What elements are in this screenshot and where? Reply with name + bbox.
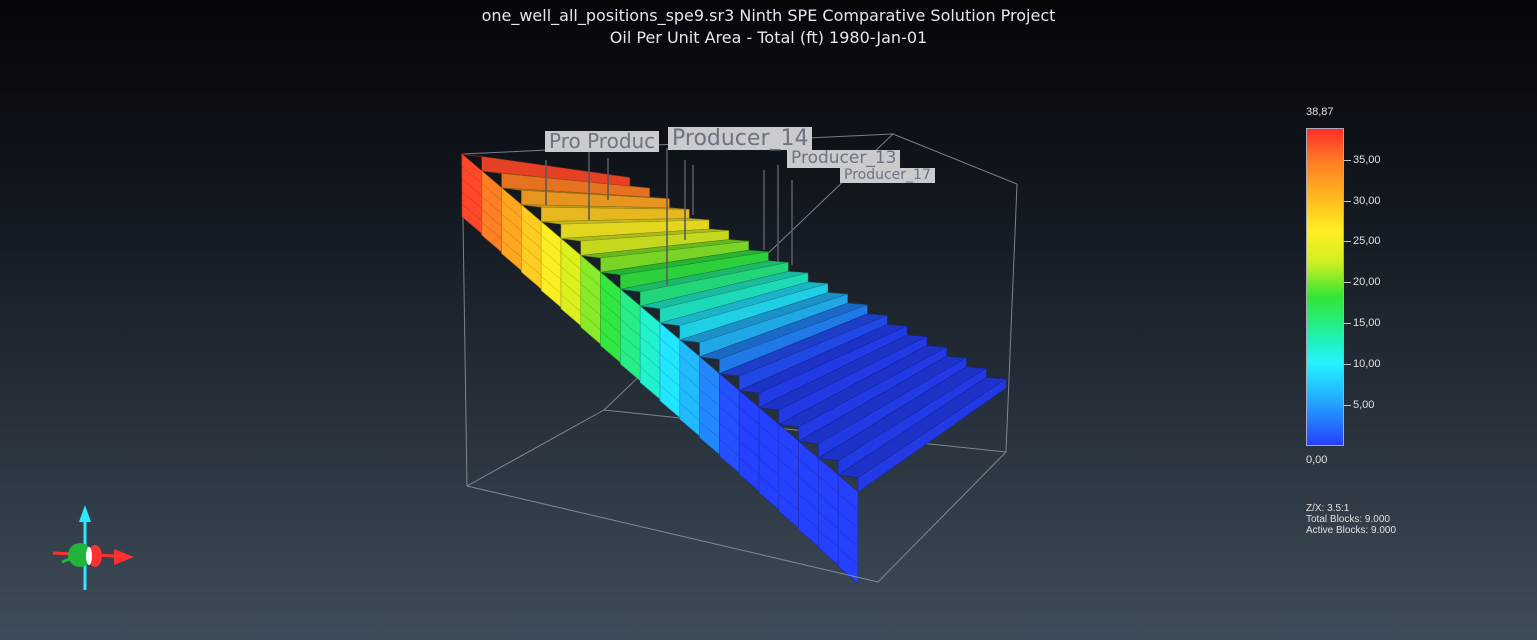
view-title: one_well_all_positions_spe9.sr3 Ninth SP… — [481, 6, 1056, 25]
view-subtitle: Oil Per Unit Area - Total (ft) 1980-Jan-… — [609, 28, 928, 47]
legend-tick-label: 10,00 — [1353, 358, 1381, 370]
legend-tick-label: 25,00 — [1353, 235, 1381, 247]
legend-tick-label: 35,00 — [1353, 154, 1381, 166]
total-blocks: Total Blocks: 9.000 — [1306, 514, 1390, 525]
well-label-producer-a[interactable]: Pro Produc — [545, 131, 660, 152]
axis-triad-icon[interactable] — [52, 505, 134, 590]
legend-tick-label: 15,00 — [1353, 317, 1381, 329]
well-label-producer-14[interactable]: Producer_14 — [668, 127, 813, 150]
grid-blocks — [461, 153, 1007, 584]
legend-tick — [1344, 241, 1351, 242]
zx-ratio: Z/X: 3.5:1 — [1306, 503, 1350, 514]
legend-tick — [1344, 323, 1351, 324]
well-label-producer-13[interactable]: Producer_13 — [787, 149, 901, 168]
legend-tick-label: 30,00 — [1353, 195, 1381, 207]
legend-max-label: 38,87 — [1306, 106, 1334, 118]
legend-tick-label: 5,00 — [1353, 399, 1375, 411]
legend-tick — [1344, 160, 1351, 161]
legend-tick — [1344, 282, 1351, 283]
well-label-producer-17[interactable]: Producer_17 — [840, 168, 935, 183]
legend-min-label: 0,00 — [1306, 454, 1328, 466]
legend-tick — [1344, 364, 1351, 365]
legend-tick — [1344, 405, 1351, 406]
active-blocks: Active Blocks: 9.000 — [1306, 525, 1397, 536]
color-legend-bar[interactable] — [1306, 128, 1344, 446]
legend-tick — [1344, 201, 1351, 202]
legend-tick-label: 20,00 — [1353, 276, 1381, 288]
